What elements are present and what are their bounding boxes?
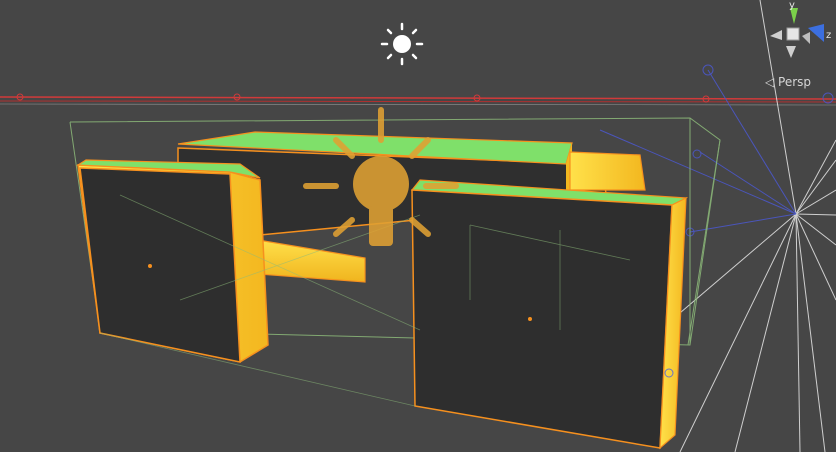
left-panel[interactable] — [76, 159, 269, 363]
y-neg-cone[interactable] — [786, 46, 796, 58]
right-panel[interactable] — [410, 179, 689, 450]
x-axis-line — [0, 93, 836, 106]
projection-toggle[interactable]: ◁ Persp — [765, 75, 811, 89]
directional-light-icon[interactable] — [380, 22, 424, 66]
z-axis-label: z — [826, 30, 832, 41]
x-neg-cone[interactable] — [770, 30, 782, 40]
y-axis-label: y — [789, 0, 795, 11]
z-axis-cone[interactable] — [808, 24, 824, 42]
gizmo-center-cube[interactable] — [786, 27, 800, 41]
scene-canvas[interactable] — [0, 0, 836, 452]
scene-viewport[interactable]: y z ◁ Persp — [0, 0, 836, 452]
